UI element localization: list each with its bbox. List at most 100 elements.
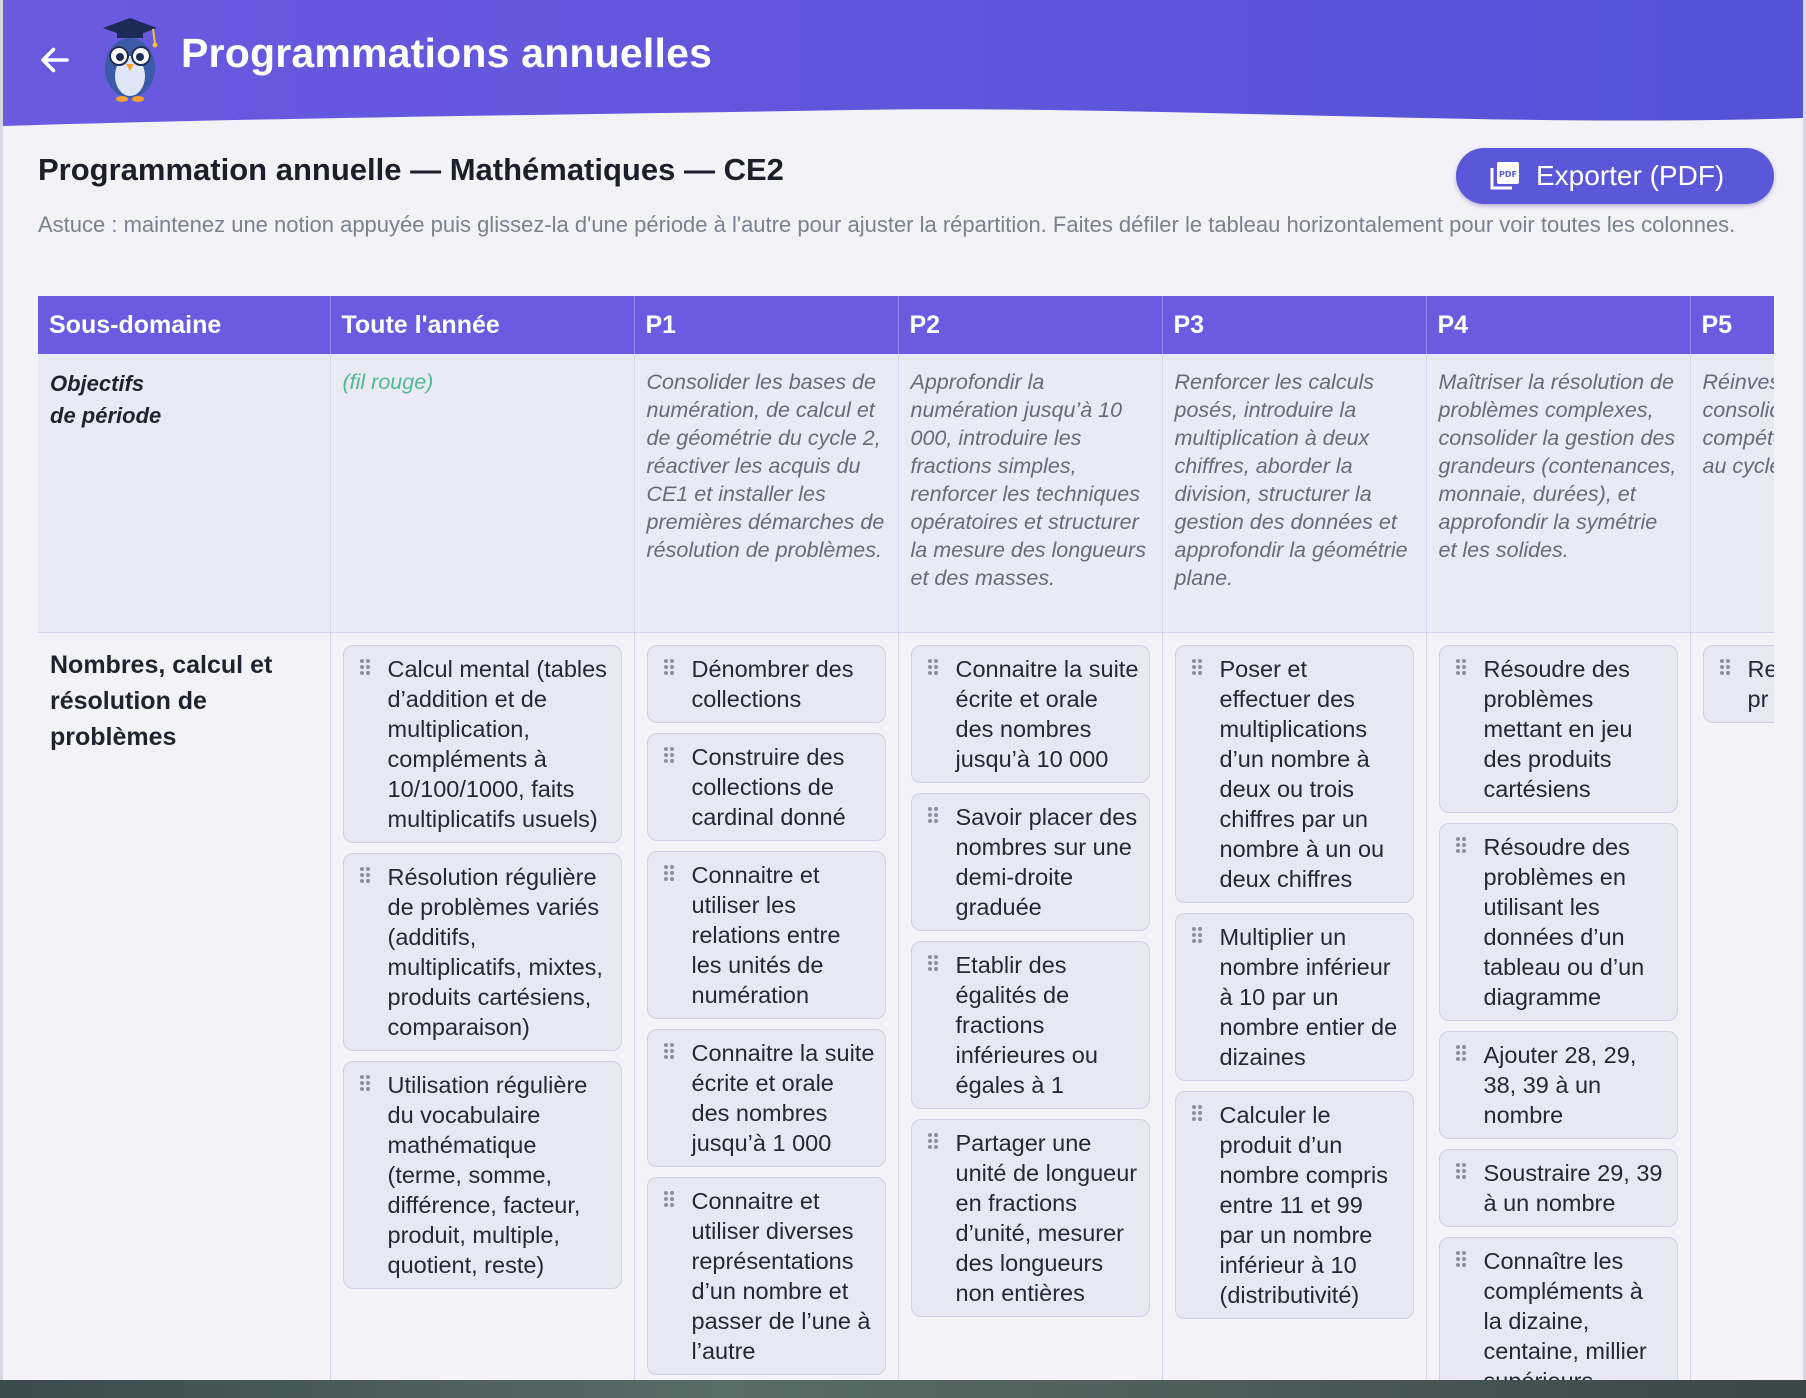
notion-card[interactable]: Poser et effectuer des multiplications d… — [1174, 644, 1414, 903]
cell-p2: Connaitre la suite écrite et orale des n… — [898, 632, 1163, 1380]
notion-card[interactable]: Etablir des égalités de fractions inféri… — [910, 940, 1150, 1109]
arrow-left-icon — [41, 47, 69, 73]
notion-card[interactable]: Ajouter 28, 29, 38, 39 à un nombre — [1438, 1030, 1678, 1139]
pdf-icon: PDF — [1490, 162, 1519, 190]
objective-all-year: (fil rouge) — [330, 354, 635, 633]
notion-card[interactable]: Utilisation régulière du vocabulaire mat… — [342, 1060, 622, 1289]
cell-all-year: Calcul mental (tables d’addition et de m… — [330, 632, 635, 1380]
notion-label: Connaître les compléments à la dizaine, … — [1483, 1247, 1647, 1381]
objective-p2: Approfondir la numération jusqu’à 10 000… — [898, 354, 1163, 633]
drag-handle-icon[interactable] — [1455, 836, 1468, 857]
notion-label: Utilisation régulière du vocabulaire mat… — [387, 1071, 588, 1278]
notion-label: Résoudre des problèmes en utilisant les … — [1483, 833, 1645, 1010]
notion-label: Calculer le produit d’un nombre compris … — [1219, 1101, 1388, 1308]
notion-card[interactable]: Connaitre et utiliser les relations entr… — [646, 850, 886, 1019]
drag-handle-icon[interactable] — [663, 1042, 676, 1063]
hint-text: Astuce : maintenez une notion appuyée pu… — [38, 212, 1736, 237]
objective-p5: Réinvestir des notions, consolider compé… — [1690, 354, 1774, 633]
notion-label: Résolution régulière de problèmes variés… — [387, 863, 603, 1040]
notion-label: Partager une unité de longueur en fracti… — [955, 1129, 1138, 1306]
notion-card[interactable]: Re nt nu ca ré pr co pr cy — [1702, 644, 1775, 723]
app-title: Programmations annuelles — [181, 30, 713, 76]
objectives-label-line2: de période — [50, 403, 162, 428]
objective-p1: Consolider les bases de numération, de c… — [634, 354, 899, 633]
header-p3: P3 — [1162, 296, 1427, 354]
notion-card[interactable]: Partager une unité de longueur en fracti… — [910, 1118, 1150, 1317]
notion-label: Calcul mental (tables d’addition et de m… — [387, 655, 607, 832]
cell-p3: Poser et effectuer des multiplications d… — [1162, 632, 1427, 1380]
notion-label: Multiplier un nombre inférieur à 10 par … — [1219, 923, 1398, 1070]
notion-label: Résoudre des problèmes mettant en jeu de… — [1483, 655, 1633, 802]
objectives-row: Objectifs de période (fil rouge) Consoli… — [38, 354, 1774, 633]
drag-handle-icon[interactable] — [927, 658, 940, 679]
programmation-table: Sous-domaine Toute l'année P1 P2 P3 P4 P… — [38, 296, 1774, 1380]
drag-handle-icon[interactable] — [1719, 658, 1732, 679]
export-pdf-button[interactable]: PDF Exporter (PDF) — [1456, 148, 1774, 204]
domain-label: Nombres, calcul et résolution de problèm… — [38, 632, 331, 1380]
drag-handle-icon[interactable] — [1191, 1104, 1204, 1125]
drag-handle-icon[interactable] — [663, 864, 676, 885]
header-p4: P4 — [1426, 296, 1691, 354]
cell-p5: Re nt nu ca ré pr co pr cy — [1690, 632, 1774, 1380]
drag-handle-icon[interactable] — [1191, 926, 1204, 947]
drag-handle-icon[interactable] — [359, 1074, 372, 1095]
notion-label: Connaitre la suite écrite et orale des n… — [955, 655, 1139, 772]
drag-handle-icon[interactable] — [927, 1132, 940, 1153]
header-p2: P2 — [898, 296, 1163, 354]
notion-label: Soustraire 29, 39 à un nombre — [1483, 1159, 1663, 1216]
notion-card[interactable]: Soustraire 29, 39 à un nombre — [1438, 1148, 1678, 1227]
app-header: Programmations annuelles — [3, 0, 1803, 135]
notion-card[interactable]: Résolution régulière de problèmes variés… — [342, 852, 622, 1051]
header-toute-annee: Toute l'année — [330, 296, 635, 354]
table-header-row: Sous-domaine Toute l'année P1 P2 P3 P4 P… — [38, 296, 1774, 354]
page-title: Programmation annuelle — Mathématiques —… — [38, 152, 784, 187]
programmation-table-scroll[interactable]: Sous-domaine Toute l'année P1 P2 P3 P4 P… — [38, 296, 1774, 1380]
svg-text:PDF: PDF — [1499, 170, 1517, 179]
notion-card[interactable]: Calcul mental (tables d’addition et de m… — [342, 644, 622, 843]
objective-p4: Maîtriser la résolution de problèmes com… — [1426, 354, 1691, 633]
drag-handle-icon[interactable] — [1455, 1162, 1468, 1183]
notion-label: Savoir placer des nombres sur une demi-d… — [955, 803, 1138, 920]
drag-handle-icon[interactable] — [663, 1190, 676, 1211]
drag-handle-icon[interactable] — [663, 658, 676, 679]
drag-handle-icon[interactable] — [663, 746, 676, 767]
notion-card[interactable]: Résoudre des problèmes mettant en jeu de… — [1438, 644, 1678, 813]
notion-card[interactable]: Connaitre la suite écrite et orale des n… — [646, 1028, 886, 1167]
header-p5: P5 — [1690, 296, 1774, 354]
notion-label: Dénombrer des collections — [691, 655, 854, 712]
notion-card[interactable]: Dénombrer des collections — [646, 644, 886, 723]
drag-handle-icon[interactable] — [1191, 658, 1204, 679]
domain-row-nombres: Nombres, calcul et résolution de problèm… — [38, 632, 1774, 1380]
cell-p1: Dénombrer des collections Construire des … — [634, 632, 899, 1380]
drag-handle-icon[interactable] — [1455, 1044, 1468, 1065]
owl-graduate-icon — [103, 18, 158, 102]
os-taskbar-edge — [0, 1380, 1806, 1398]
notion-label: Poser et effectuer des multiplications d… — [1219, 655, 1385, 892]
app-window: Programmations annuelles Programmation a… — [0, 0, 1806, 1380]
notion-label: Connaitre la suite écrite et orale des n… — [691, 1039, 875, 1156]
objectives-label-cell: Objectifs de période — [38, 354, 331, 633]
drag-handle-icon[interactable] — [927, 954, 940, 975]
drag-handle-icon[interactable] — [359, 866, 372, 887]
notion-label: Ajouter 28, 29, 38, 39 à un nombre — [1483, 1041, 1637, 1128]
notion-card[interactable]: Multiplier un nombre inférieur à 10 par … — [1174, 912, 1414, 1081]
notion-card[interactable]: Connaitre la suite écrite et orale des n… — [910, 644, 1150, 783]
notion-card[interactable]: Connaitre et utiliser diverses représent… — [646, 1176, 886, 1375]
notion-label: Re nt nu ca ré pr co pr cy — [1747, 655, 1775, 712]
notion-card[interactable]: Résoudre des problèmes en utilisant les … — [1438, 822, 1678, 1021]
notion-card[interactable]: Connaître les compléments à la dizaine, … — [1438, 1236, 1678, 1381]
notion-label: Connaitre et utiliser diverses représent… — [691, 1187, 871, 1364]
drag-handle-icon[interactable] — [1455, 658, 1468, 679]
notion-card[interactable]: Construire des collections de cardinal d… — [646, 732, 886, 841]
export-label: Exporter (PDF) — [1536, 160, 1725, 191]
drag-handle-icon[interactable] — [927, 806, 940, 827]
drag-handle-icon[interactable] — [1455, 1250, 1468, 1271]
notion-card[interactable]: Savoir placer des nombres sur une demi-d… — [910, 792, 1150, 931]
drag-handle-icon[interactable] — [359, 658, 372, 679]
objectives-label-line1: Objectifs — [50, 371, 145, 396]
header-sous-domaine: Sous-domaine — [38, 296, 331, 354]
notion-label: Construire des collections de cardinal d… — [691, 743, 846, 830]
notion-card[interactable]: Calculer le produit d’un nombre compris … — [1174, 1090, 1414, 1319]
back-button[interactable] — [33, 38, 77, 82]
header-p1: P1 — [634, 296, 899, 354]
